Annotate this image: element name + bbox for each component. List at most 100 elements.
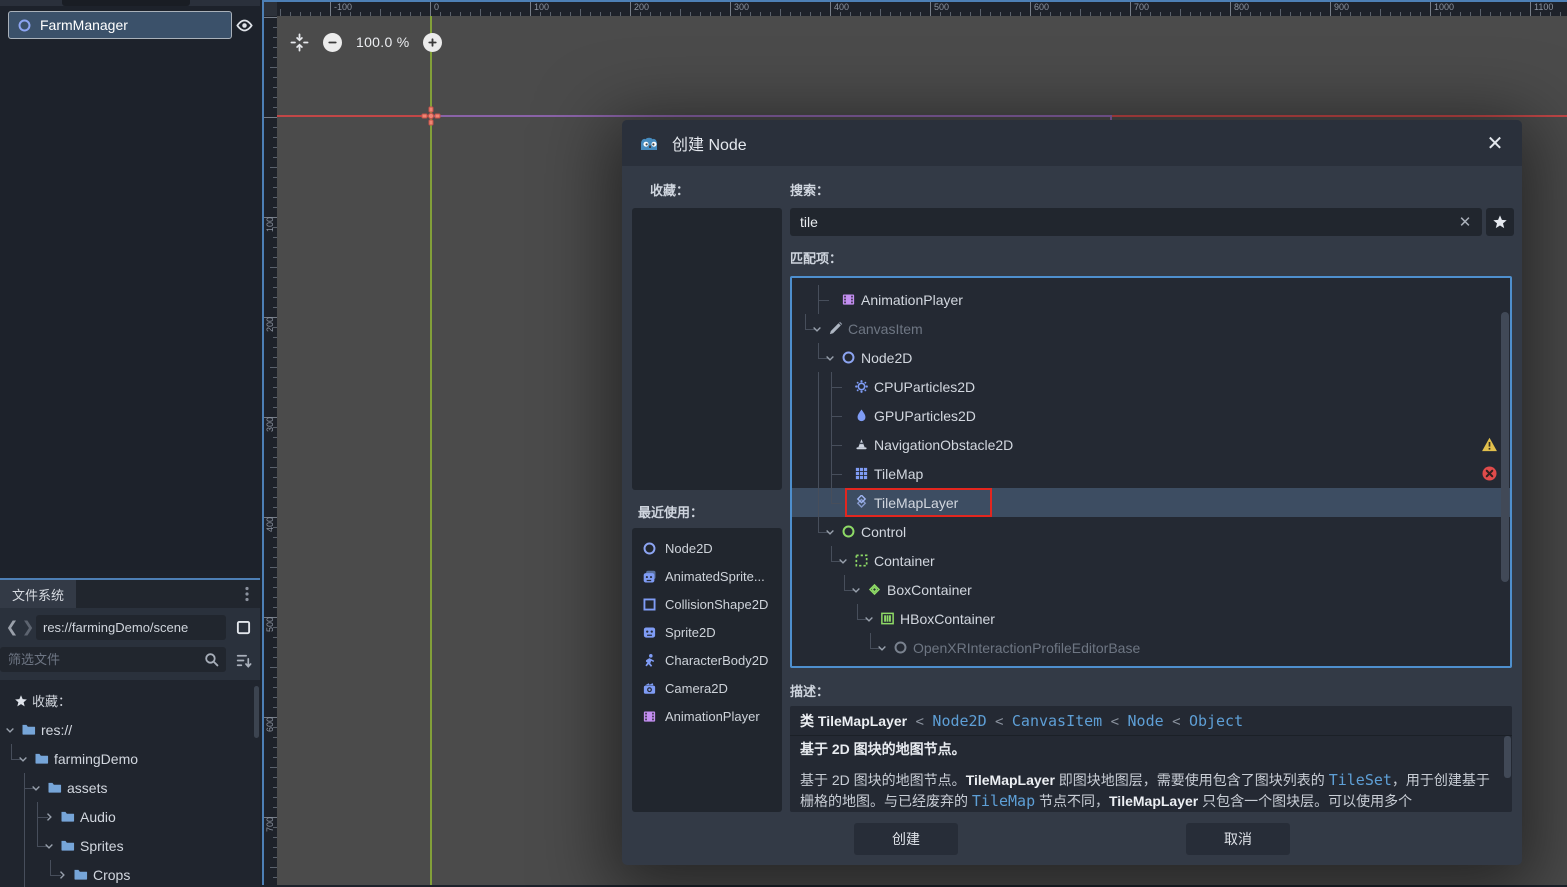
- search-wrap: ✕: [790, 208, 1482, 236]
- node2d-icon: [642, 541, 657, 556]
- hbox-container-icon: [880, 611, 895, 626]
- vertical-ruler: 100200300400500600700: [264, 16, 277, 885]
- cancel-button[interactable]: 取消: [1186, 823, 1290, 855]
- folder-row[interactable]: res://: [0, 715, 254, 744]
- desc-segment: 只包含一个图块层。可以使用多个: [1198, 793, 1412, 809]
- search-input[interactable]: [790, 208, 1482, 236]
- tree-item-label: farmingDemo: [54, 751, 138, 767]
- description-scrollbar[interactable]: [1504, 736, 1511, 778]
- project-viewport-rect-top: [431, 115, 1111, 117]
- matches-scrollbar[interactable]: [1501, 312, 1509, 582]
- zoom-in-button[interactable]: [423, 33, 442, 52]
- recent-item[interactable]: Camera2D: [632, 674, 782, 702]
- close-icon[interactable]: ✕: [1482, 130, 1508, 156]
- ruler-label: 300: [734, 2, 749, 12]
- folder-row[interactable]: Sprites: [0, 831, 254, 860]
- recent-item[interactable]: CharacterBody2D: [632, 646, 782, 674]
- recent-item[interactable]: Node2D: [632, 534, 782, 562]
- tree-guide: [857, 604, 858, 619]
- ruler-label: 0: [434, 2, 439, 12]
- tree-item-label: Crops: [93, 867, 130, 883]
- nav-obstacle-icon: [854, 437, 869, 452]
- match-tree-row[interactable]: AnimationPlayer: [792, 285, 1510, 314]
- chevron-down-icon[interactable]: [824, 352, 836, 364]
- match-tree-row[interactable]: Control: [792, 517, 1510, 546]
- ruler-label: -100: [334, 2, 352, 12]
- chevron-down-icon[interactable]: [837, 555, 849, 567]
- current-path-field[interactable]: [36, 615, 226, 640]
- recent-item[interactable]: AnimationPlayer: [632, 702, 782, 730]
- recent-item[interactable]: CollisionShape2D: [632, 590, 782, 618]
- favorites-panel[interactable]: [632, 208, 782, 490]
- clear-search-icon[interactable]: ✕: [1456, 213, 1474, 231]
- sort-icon[interactable]: [231, 649, 255, 672]
- folder-row[interactable]: Crops: [0, 860, 254, 887]
- chevron-down-icon[interactable]: [811, 323, 823, 335]
- zoom-out-button[interactable]: [323, 33, 342, 52]
- recent-item-label: Camera2D: [665, 681, 728, 696]
- tree-item-label: Audio: [80, 809, 116, 825]
- match-tree-row[interactable]: HBoxContainer: [792, 604, 1510, 633]
- ruler-corner: [264, 2, 277, 16]
- toggle-favorite-button[interactable]: [1486, 208, 1514, 236]
- gpu-particles-icon: [854, 408, 869, 423]
- history-forward-icon[interactable]: ❯: [20, 615, 36, 639]
- chevron-down-icon[interactable]: [30, 782, 42, 794]
- chevron-down-icon[interactable]: [876, 642, 888, 654]
- error-icon: [1481, 465, 1498, 482]
- split-mode-icon[interactable]: [231, 616, 255, 639]
- match-tree-row[interactable]: TileMap: [792, 459, 1510, 488]
- favorites-row[interactable]: 收藏：: [0, 686, 254, 715]
- dock-menu-icon[interactable]: [238, 584, 256, 604]
- desc-segment: <: [907, 714, 932, 730]
- scene-node-rename-field[interactable]: FarmManager: [8, 11, 232, 39]
- match-tree-row[interactable]: TileMapLayer: [792, 488, 1510, 517]
- match-tree-row[interactable]: GPUParticles2D: [792, 401, 1510, 430]
- desc-segment: 类: [800, 713, 818, 729]
- zoom-percent[interactable]: 100.0 %: [356, 34, 409, 50]
- recent-item-label: CharacterBody2D: [665, 653, 768, 668]
- match-tree-row[interactable]: BoxContainer: [792, 575, 1510, 604]
- tree-item-label: TileMap: [874, 466, 923, 482]
- dialog-titlebar[interactable]: 创建 Node: [622, 120, 1522, 166]
- tree-guide: [844, 575, 845, 590]
- recent-item-label: CollisionShape2D: [665, 597, 768, 612]
- chevron-down-icon[interactable]: [17, 753, 29, 765]
- chevron-down-icon[interactable]: [4, 724, 16, 736]
- chevron-down-icon[interactable]: [824, 526, 836, 538]
- filter-files-input[interactable]: [0, 647, 226, 672]
- recent-item[interactable]: Sprite2D: [632, 618, 782, 646]
- chevron-down-icon[interactable]: [850, 584, 862, 596]
- match-tree-row[interactable]: OpenXRInteractionProfileEditorBase: [792, 633, 1510, 662]
- match-tree-row[interactable]: NavigationObstacle2D: [792, 430, 1510, 459]
- filesystem-scrollbar[interactable]: [254, 686, 259, 738]
- tab-filesystem[interactable]: 文件系统: [0, 580, 76, 608]
- chevron-down-icon[interactable]: [43, 840, 55, 852]
- match-tree-row[interactable]: Container: [792, 546, 1510, 575]
- tree-guide: [818, 401, 819, 430]
- favorites-label: 收藏：: [650, 180, 689, 199]
- chevron-down-icon[interactable]: [863, 613, 875, 625]
- folder-row[interactable]: Audio: [0, 802, 254, 831]
- match-tree-row[interactable]: Node2D: [792, 343, 1510, 372]
- tree-item-label: TileMapLayer: [874, 495, 958, 511]
- visibility-eye-icon[interactable]: [233, 14, 255, 36]
- desc-segment: Node2D: [932, 712, 986, 730]
- desc-segment: TileMap: [972, 792, 1035, 810]
- tree-guide: [870, 633, 871, 648]
- chevron-right-icon[interactable]: [56, 869, 68, 881]
- match-tree-row[interactable]: CPUParticles2D: [792, 372, 1510, 401]
- history-back-icon[interactable]: ❮: [4, 615, 20, 639]
- create-button[interactable]: 创建: [854, 823, 958, 855]
- tree-item-label: CPUParticles2D: [874, 379, 975, 395]
- folder-row[interactable]: assets: [0, 773, 254, 802]
- animated-sprite-icon: [642, 569, 657, 584]
- recent-item-label: AnimatedSprite...: [665, 569, 765, 584]
- recent-item[interactable]: AnimatedSprite...: [632, 562, 782, 590]
- match-tree-row[interactable]: CanvasItem: [792, 314, 1510, 343]
- chevron-right-icon[interactable]: [43, 811, 55, 823]
- control-icon: [841, 524, 856, 539]
- folder-row[interactable]: farmingDemo: [0, 744, 254, 773]
- zoom-toolbar: 100.0 %: [290, 31, 442, 53]
- center-view-icon[interactable]: [290, 33, 309, 52]
